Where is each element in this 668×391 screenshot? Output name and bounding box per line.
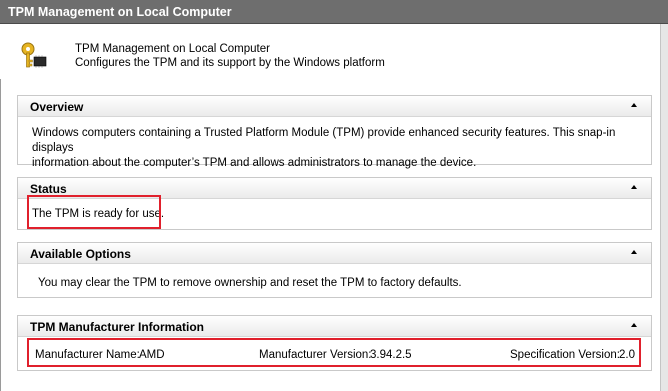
header-subtitle: Configures the TPM and its support by th… bbox=[75, 57, 385, 69]
key-chip-icon bbox=[21, 42, 47, 68]
options-body: You may clear the TPM to remove ownershi… bbox=[18, 264, 651, 297]
options-title: Available Options bbox=[30, 247, 131, 261]
overview-section: Overview Windows computers containing a … bbox=[17, 95, 652, 169]
header-title: TPM Management on Local Computer bbox=[75, 43, 270, 55]
overview-body: Windows computers containing a Trusted P… bbox=[18, 117, 651, 169]
overview-text-line2: information about the computer’s TPM and… bbox=[32, 157, 477, 169]
options-text: You may clear the TPM to remove ownershi… bbox=[38, 277, 462, 289]
window-title: TPM Management on Local Computer bbox=[0, 0, 668, 24]
manufacturer-title: TPM Manufacturer Information bbox=[30, 320, 205, 334]
manufacturer-section-header[interactable]: TPM Manufacturer Information bbox=[18, 316, 651, 337]
overview-text-line1: Windows computers containing a Trusted P… bbox=[32, 127, 616, 154]
status-title: Status bbox=[30, 182, 67, 196]
vertical-scrollbar[interactable] bbox=[660, 24, 668, 391]
available-options-section: Available Options You may clear the TPM … bbox=[17, 242, 652, 298]
options-section-header[interactable]: Available Options bbox=[18, 243, 651, 264]
status-highlight-box bbox=[27, 195, 161, 229]
collapse-arrow-icon[interactable] bbox=[631, 185, 637, 189]
overview-title: Overview bbox=[30, 100, 84, 114]
tpm-management-window: TPM Management on Local Computer TPM Man… bbox=[0, 0, 668, 391]
collapse-arrow-icon[interactable] bbox=[631, 103, 637, 107]
collapse-arrow-icon[interactable] bbox=[631, 250, 637, 254]
manufacturer-highlight-box bbox=[27, 338, 641, 367]
collapse-arrow-icon[interactable] bbox=[631, 323, 637, 327]
overview-section-header[interactable]: Overview bbox=[18, 96, 651, 117]
